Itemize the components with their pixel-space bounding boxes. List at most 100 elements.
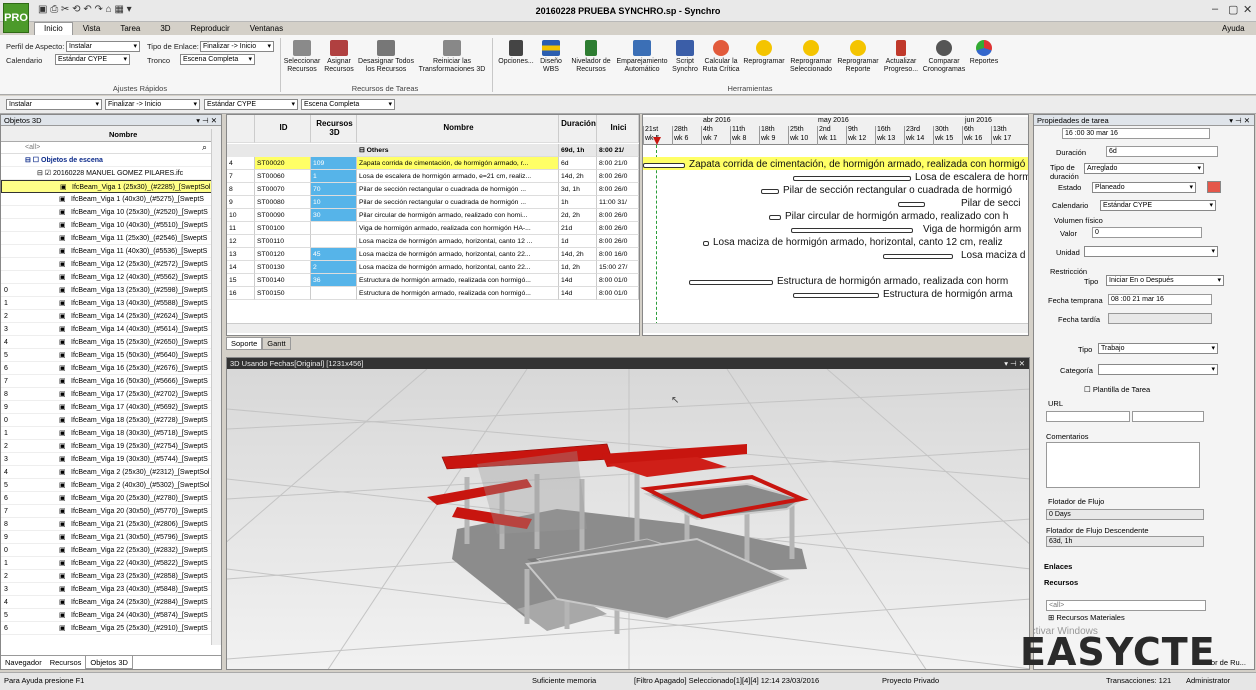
item-icon[interactable]: ▣ bbox=[59, 323, 66, 336]
top-date-field[interactable]: 16 :00 30 mar 16 bbox=[1062, 128, 1210, 139]
tipo-select[interactable]: Trabajo bbox=[1098, 343, 1218, 354]
tree-item[interactable]: ▣ IfcBeam_Viga 12 (25x30)_(#2572)_[SweptS bbox=[1, 258, 221, 271]
quick-tronco-select[interactable]: Escena Completa bbox=[301, 99, 395, 110]
app-logo[interactable]: PRO bbox=[3, 3, 29, 33]
tree-item[interactable]: 1 ▣ IfcBeam_Viga 22 (40x30)_(#5822)_[Swept… bbox=[1, 557, 221, 570]
header-id[interactable]: ID bbox=[255, 115, 311, 143]
item-icon[interactable]: ▣ bbox=[59, 492, 66, 505]
header-nombre[interactable]: Nombre bbox=[357, 115, 559, 143]
tab-inicio[interactable]: Inicio bbox=[34, 22, 73, 35]
expand-icon[interactable]: ⊟ bbox=[359, 147, 367, 154]
view-controls-icon[interactable]: ▾ ⊣ ✕ bbox=[1004, 358, 1025, 369]
tree-item[interactable]: ▣ IfcBeam_Viga 12 (40x30)_(#5562)_[SweptS bbox=[1, 271, 221, 284]
item-icon[interactable]: ▣ bbox=[59, 479, 66, 492]
filter-input[interactable]: <all> bbox=[25, 144, 40, 151]
close-icon[interactable]: ✕ bbox=[1243, 3, 1252, 16]
item-icon[interactable]: ▣ bbox=[59, 349, 66, 362]
table-row[interactable]: 7 ST00060 1 Losa de escalera de hormigón ar… bbox=[227, 170, 639, 183]
asignar-recursos-button[interactable]: Asignar Recursos bbox=[322, 40, 356, 74]
tree-item[interactable]: 6 ▣ IfcBeam_Viga 25 (25x30)_(#2910)_[Swept… bbox=[1, 622, 221, 635]
item-icon[interactable]: ▣ bbox=[59, 583, 66, 596]
tree-item[interactable]: 1 ▣ IfcBeam_Viga 18 (30x30)_(#5718)_[Swept… bbox=[1, 427, 221, 440]
table-row[interactable]: 4 ST00020 109 Zapata corrida de cimentación… bbox=[227, 157, 639, 170]
tree-item[interactable]: 2 ▣ IfcBeam_Viga 19 (25x30)_(#2754)_[Swept… bbox=[1, 440, 221, 453]
tree-item[interactable]: 8 ▣ IfcBeam_Viga 21 (25x30)_(#2806)_[Swept… bbox=[1, 518, 221, 531]
recursos-materiales-item[interactable]: ⊞ Recursos Materiales bbox=[1048, 613, 1125, 622]
url-field[interactable] bbox=[1046, 411, 1130, 422]
header-duracion[interactable]: Duración bbox=[559, 115, 597, 143]
table-row[interactable]: 13 ST00120 45 Losa maciza de hormigón armad… bbox=[227, 248, 639, 261]
tab-recursos[interactable]: Recursos bbox=[46, 656, 86, 669]
panel-controls-icon[interactable]: ▾ ⊣ ✕ bbox=[1229, 115, 1250, 126]
opciones-button[interactable]: Opciones... bbox=[496, 40, 536, 66]
comparar-button[interactable]: Comparar Cronogramas bbox=[921, 40, 967, 74]
item-icon[interactable]: ▣ bbox=[59, 219, 66, 232]
tree-item[interactable]: ▣ IfcBeam_Viga 11 (40x30)_(#5536)_[SweptS bbox=[1, 245, 221, 258]
table-row[interactable]: 10 ST00090 30 Pilar circular de hormigón ar… bbox=[227, 209, 639, 222]
table-row[interactable]: 12 ST00110 Losa maciza de hormigón armado,… bbox=[227, 235, 639, 248]
tree-item[interactable]: 6 ▣ IfcBeam_Viga 16 (25x30)_(#2676)_[Swept… bbox=[1, 362, 221, 375]
perfil-select[interactable]: Instalar bbox=[66, 41, 140, 52]
categoria-select[interactable] bbox=[1098, 364, 1218, 375]
header-recursos[interactable]: Recursos 3D bbox=[311, 115, 357, 143]
table-row[interactable]: 14 ST00130 2 Losa maciza de hormigón armado… bbox=[227, 261, 639, 274]
minimize-icon[interactable]: – bbox=[1212, 3, 1218, 15]
tree-item[interactable]: 0 ▣ IfcBeam_Viga 13 (25x30)_(#2598)_[Swept… bbox=[1, 284, 221, 297]
item-icon[interactable]: ▣ bbox=[59, 271, 66, 284]
tree-item[interactable]: ▣ IfcBeam_Viga 10 (25x30)_(#2520)_[SweptS bbox=[1, 206, 221, 219]
tab-reproducir[interactable]: Reproducir bbox=[181, 22, 240, 35]
table-row[interactable]: 11 ST00100 Viga de hormigón armado, realiz… bbox=[227, 222, 639, 235]
grid-hscrollbar[interactable] bbox=[227, 323, 639, 333]
actualizar-progreso-button[interactable]: Actualizar Progreso... bbox=[880, 40, 922, 74]
gantt-bar[interactable] bbox=[689, 280, 773, 285]
tree-item[interactable]: ▣ IfcBeam_Viga 11 (25x30)_(#2546)_[SweptS bbox=[1, 232, 221, 245]
script-button[interactable]: Script Synchro bbox=[670, 40, 700, 74]
item-icon[interactable]: ▣ bbox=[59, 531, 66, 544]
item-icon[interactable]: ▣ bbox=[59, 232, 66, 245]
item-icon[interactable]: ▣ bbox=[59, 206, 66, 219]
diseno-wbs-button[interactable]: Diseño WBS bbox=[537, 40, 565, 74]
nivelador-button[interactable]: Nivelador de Recursos bbox=[568, 40, 614, 74]
tree-item[interactable]: ▣ IfcBeam_Viga 10 (40x30)_(#5510)_[SweptS bbox=[1, 219, 221, 232]
emparejamiento-button[interactable]: Emparejamiento Automático bbox=[614, 40, 670, 74]
estado-select[interactable]: Planeado bbox=[1092, 182, 1196, 193]
ruta-critica-button[interactable]: Calcular la Ruta Crítica bbox=[700, 40, 742, 74]
tree-item[interactable]: 9 ▣ IfcBeam_Viga 21 (30x50)_(#5796)_[Swept… bbox=[1, 531, 221, 544]
item-icon[interactable]: ▣ bbox=[59, 388, 66, 401]
item-icon[interactable]: ▣ bbox=[59, 336, 66, 349]
table-row[interactable]: 16 ST00150 Estructura de hormigón armado, … bbox=[227, 287, 639, 300]
help-menu[interactable]: Ayuda bbox=[1222, 24, 1245, 33]
tree-item[interactable]: 2 ▣ IfcBeam_Viga 14 (25x30)_(#2624)_[Swept… bbox=[1, 310, 221, 323]
search-icon[interactable]: ⌕ bbox=[202, 142, 207, 153]
item-icon[interactable]: ▣ bbox=[59, 362, 66, 375]
item-icon[interactable]: ▣ bbox=[59, 505, 66, 518]
item-icon[interactable]: ▣ bbox=[59, 427, 66, 440]
recursos-section[interactable]: Recursos bbox=[1044, 578, 1078, 587]
item-icon[interactable]: ▣ bbox=[59, 245, 66, 258]
gantt-bar[interactable] bbox=[761, 189, 779, 194]
restriccion-tipo-select[interactable]: Iniciar En o Después bbox=[1106, 275, 1224, 286]
table-row[interactable]: 15 ST00140 36 Estructura de hormigón armado… bbox=[227, 274, 639, 287]
item-icon[interactable]: ▣ bbox=[59, 453, 66, 466]
tab-soporte[interactable]: Soporte bbox=[226, 337, 263, 350]
tree-item[interactable]: 8 ▣ IfcBeam_Viga 17 (25x30)_(#2702)_[Swept… bbox=[1, 388, 221, 401]
column-nombre[interactable]: Nombre bbox=[109, 130, 137, 139]
comentarios-field[interactable] bbox=[1046, 442, 1200, 488]
item-icon[interactable]: ▣ bbox=[59, 518, 66, 531]
desasignar-button[interactable]: Desasignar Todos los Recursos bbox=[357, 40, 415, 74]
gantt-bar[interactable] bbox=[898, 202, 925, 207]
reprogramar-button[interactable]: Reprogramar bbox=[742, 40, 786, 66]
calendario-select[interactable]: Estándar CYPE bbox=[55, 54, 130, 65]
gantt-bar[interactable] bbox=[703, 241, 709, 246]
tree-item[interactable]: 5 ▣ IfcBeam_Viga 24 (40x30)_(#5874)_[Swept… bbox=[1, 609, 221, 622]
reprogramar-reporte-button[interactable]: Reprogramar Reporte bbox=[836, 40, 880, 74]
valor-field[interactable]: 0 bbox=[1092, 227, 1202, 238]
fecha-temprana-field[interactable]: 08 :00 21 mar 16 bbox=[1108, 294, 1212, 305]
tab-navegador[interactable]: Navegador bbox=[1, 656, 46, 669]
quick-enlace-select[interactable]: Finalizar -> Inicio bbox=[105, 99, 200, 110]
gantt-bar[interactable] bbox=[883, 254, 953, 259]
enlace-select[interactable]: Finalizar -> Inicio bbox=[200, 41, 274, 52]
tab-gantt[interactable]: Gantt bbox=[262, 337, 291, 350]
reportes-button[interactable]: Reportes bbox=[967, 40, 1001, 66]
tree-item[interactable]: 5 ▣ IfcBeam_Viga 15 (50x30)_(#5640)_[Swept… bbox=[1, 349, 221, 362]
